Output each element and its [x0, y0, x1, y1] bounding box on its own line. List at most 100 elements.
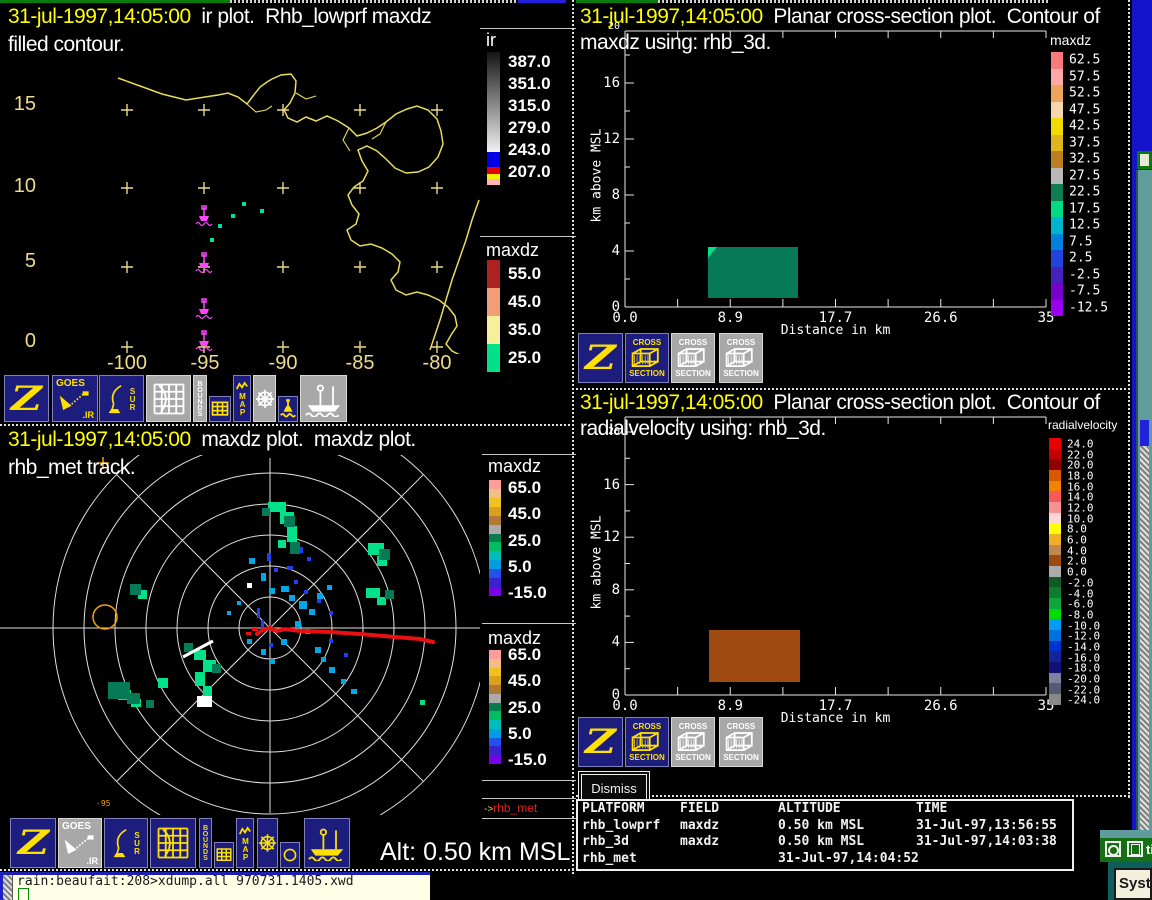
- window-menu-button[interactable]: [1105, 841, 1121, 857]
- top-strip-green-right: [576, 0, 658, 3]
- x-tick-label: 26.6: [911, 310, 971, 326]
- central-america-map: [0, 58, 480, 354]
- side-window-text: Syste: [1119, 875, 1152, 892]
- radar-grid-button[interactable]: [146, 375, 191, 422]
- z-logo-button[interactable]: Z: [10, 818, 56, 868]
- y-tick-label: 16: [578, 477, 620, 493]
- lon-tick-label: -100: [97, 352, 157, 375]
- radialvelocity-colorbar: radialvelocity24.022.020.018.016.014.012…: [1046, 418, 1132, 718]
- ir-panel-subtitle: filled contour.: [8, 33, 124, 57]
- xs-bottom-title: 31-jul-1997,14:05:00 Planar cross-sectio…: [580, 391, 1100, 415]
- x-tick-label: 8.9: [700, 698, 760, 714]
- lat-tick-label: 15: [2, 93, 36, 116]
- cross-section-bottom-2-button[interactable]: CROSSSECTION: [671, 717, 715, 767]
- ship-button[interactable]: [304, 818, 350, 868]
- right-bottom-divider: [576, 795, 1130, 797]
- top-strip-dots-right: [658, 0, 1048, 3]
- lon-tick-label: -95: [175, 352, 235, 375]
- right-mid-divider: [576, 388, 1130, 390]
- lon-tick-label: -90: [253, 352, 313, 375]
- ir-panel-title: 31-jul-1997,14:05:00 ir plot. Rhb_lowprf…: [8, 5, 431, 29]
- cross-section-top-1-button[interactable]: CROSSSECTION: [625, 333, 669, 383]
- side-window-panel: Syste: [1114, 868, 1152, 900]
- colorbar-separator: [482, 454, 576, 455]
- maxdz-colorbar-radar-1: maxdz65.045.025.05.0-15.0: [486, 456, 576, 616]
- z-logo-button[interactable]: Z: [4, 375, 49, 422]
- terminal-left-edge: [0, 872, 3, 900]
- x-tick-label: 8.9: [700, 310, 760, 326]
- side-window-title: ti: [1146, 842, 1152, 857]
- circle-icon: [1108, 845, 1119, 856]
- radar-range-label: -95: [96, 799, 110, 808]
- ir-colorbar: ir387.0351.0315.0279.0243.0207.0: [484, 30, 576, 230]
- goes-ir-button[interactable]: GOES.IR: [58, 818, 102, 868]
- terminal-prompt-line: rain:beaufait:208>xdump.all 970731.1405.…: [17, 874, 354, 889]
- x-axis-label: Distance in km: [776, 711, 896, 726]
- xs-top-timestamp: 31-jul-1997,14:05:00: [580, 5, 763, 28]
- legend-box-bottom: [482, 818, 576, 819]
- grid-small-button[interactable]: [214, 842, 234, 868]
- ir-panel-timestamp: 31-jul-1997,14:05:00: [8, 5, 191, 28]
- ship-button[interactable]: [300, 375, 347, 422]
- x-tick-label: 0.0: [595, 698, 655, 714]
- legend-box-top: [482, 798, 576, 799]
- track-platform-label: rhb_met: [493, 801, 537, 815]
- lat-tick-label: 5: [2, 250, 36, 273]
- bounds-button[interactable]: BOUNDS: [199, 818, 212, 868]
- side-scrollbar-thumb[interactable]: [1140, 446, 1149, 868]
- top-strip-dots-left: [230, 0, 518, 3]
- platform-status-table: PLATFORMFIELDALTITUDETIMErhb_lowprfmaxdz…: [582, 801, 1076, 867]
- y-axis-label: km above MSL: [590, 106, 605, 246]
- goes-ir-button[interactable]: GOES.IR: [52, 375, 98, 422]
- z-logo-xs-bottom-button[interactable]: Z: [578, 717, 623, 767]
- cross-section-top-3-button[interactable]: CROSSSECTION: [719, 333, 763, 383]
- lon-tick-label: -85: [330, 352, 390, 375]
- xs-top-subtitle: maxdz using: rhb_3d.: [580, 31, 771, 55]
- y-tick-label: 4: [578, 634, 620, 650]
- xterm-window[interactable]: rain:beaufait:208>xdump.all 970731.1405.…: [0, 872, 430, 900]
- radar-ppi-display: [0, 455, 480, 815]
- side-window-body: Syste: [1108, 862, 1152, 900]
- radar-panel-title: 31-jul-1997,14:05:00 maxdz plot. maxdz p…: [8, 428, 416, 452]
- window-doc-button[interactable]: [1127, 841, 1143, 857]
- side-window-titlebar[interactable]: ti: [1100, 838, 1152, 862]
- maxdz-colorbar-radar-2: maxdz65.045.025.05.0-15.0: [486, 622, 576, 782]
- lat-tick-label: 0: [2, 330, 36, 353]
- wheel-button[interactable]: [253, 375, 276, 422]
- sur-radar-button[interactable]: SUR: [104, 818, 148, 868]
- xs-bottom-subtitle: radialvelocity using: rhb_3d.: [580, 417, 826, 441]
- altitude-readout: Alt: 0.50 km MSL: [380, 838, 570, 867]
- map-button[interactable]: MAP: [233, 375, 251, 422]
- x-tick-label: 0.0: [595, 310, 655, 326]
- side-scrollbar-top-cap[interactable]: [1140, 420, 1149, 446]
- wheel-button[interactable]: [257, 818, 278, 868]
- top-strip-blue: [518, 0, 566, 3]
- y-tick-label: 16: [578, 75, 620, 91]
- xs-bottom-timestamp: 31-jul-1997,14:05:00: [580, 391, 763, 414]
- side-widget-green[interactable]: [1137, 151, 1152, 169]
- zebra-display-screen: 31-jul-1997,14:05:00 ir plot. Rhb_lowprf…: [0, 0, 1152, 900]
- cross-section-bottom-1-button[interactable]: CROSSSECTION: [625, 717, 669, 767]
- colorbar-separator: [480, 28, 576, 29]
- radar-panel-timestamp: 31-jul-1997,14:05:00: [8, 428, 191, 451]
- cross-section-top-2-button[interactable]: CROSSSECTION: [671, 333, 715, 383]
- track-arrow: ->: [484, 804, 493, 815]
- grid-small-button[interactable]: [209, 396, 231, 422]
- y-axis-label: km above MSL: [590, 493, 605, 633]
- cross-section-bottom-3-button[interactable]: CROSSSECTION: [719, 717, 763, 767]
- x-tick-label: 26.6: [911, 698, 971, 714]
- sur-radar-button[interactable]: SUR: [99, 375, 144, 422]
- left-bottom-divider: [0, 869, 574, 871]
- x-axis-label: Distance in km: [776, 323, 896, 338]
- right-edge-divider: [1128, 0, 1130, 798]
- z-logo-xs-top-button[interactable]: Z: [578, 333, 623, 383]
- track-legend: ->rhb_met: [484, 801, 537, 815]
- ring-button[interactable]: [280, 842, 300, 868]
- bounds-button[interactable]: BOUNDS: [193, 375, 207, 422]
- radar-grid-button[interactable]: [150, 818, 196, 868]
- map-button[interactable]: MAP: [236, 818, 254, 868]
- radar-panel-subtitle: rhb_met track.: [8, 456, 135, 480]
- buoy-button[interactable]: [278, 396, 298, 422]
- left-panel-divider: [0, 424, 574, 426]
- maxdz-colorbar-ir-panel: maxdz55.045.035.025.0: [484, 240, 576, 380]
